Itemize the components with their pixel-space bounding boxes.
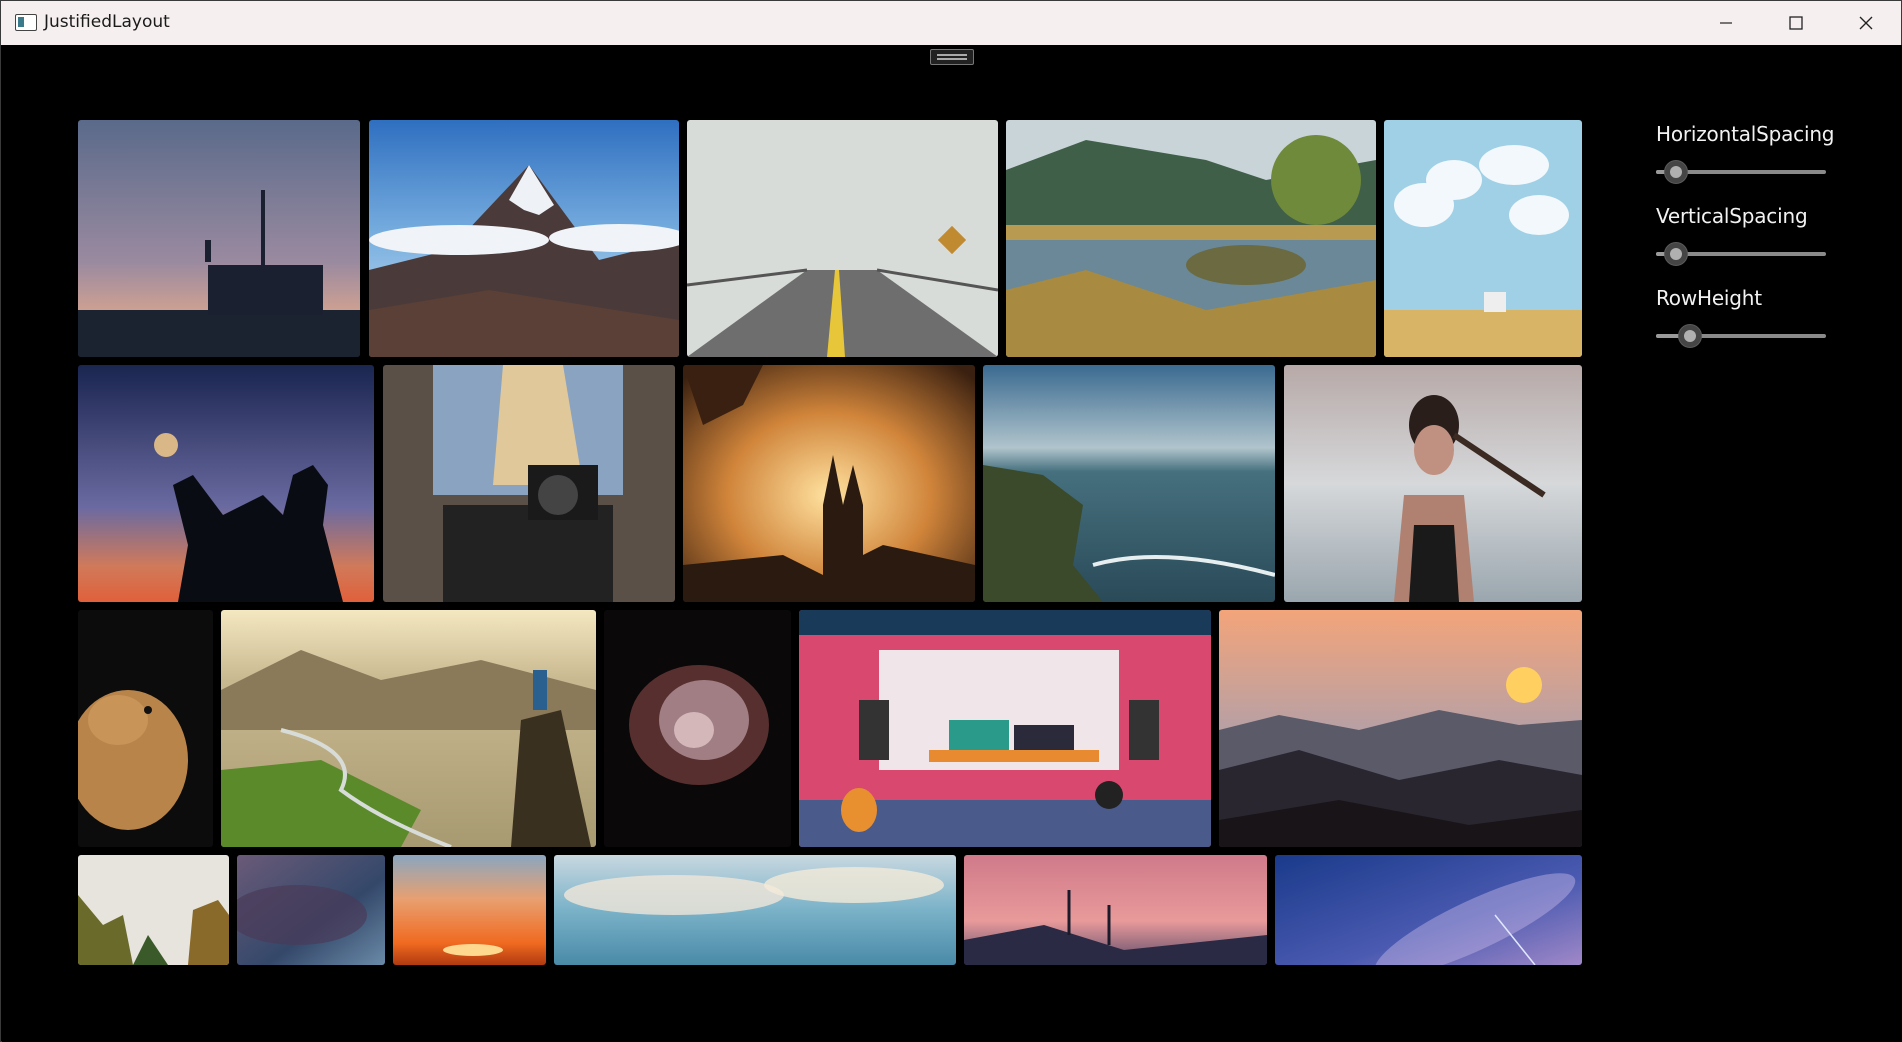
row-height-label: RowHeight <box>1656 286 1762 310</box>
maximize-button[interactable] <box>1761 1 1831 45</box>
photo-foggy-road[interactable] <box>687 120 998 357</box>
minimize-icon <box>1720 22 1732 24</box>
photo-recording-studio[interactable] <box>799 610 1211 847</box>
photo-sparkler-silhouette[interactable] <box>78 365 374 602</box>
justified-gallery <box>78 120 1582 1010</box>
photo-sea-cliff[interactable] <box>983 365 1275 602</box>
close-icon <box>1859 16 1873 30</box>
slider-thumb[interactable] <box>1678 324 1702 348</box>
photo-river-valley-hiker[interactable] <box>221 610 596 847</box>
photo-woman-beach[interactable] <box>1284 365 1582 602</box>
photo-milky-way[interactable] <box>1275 855 1582 965</box>
vertical-spacing-slider[interactable] <box>1656 239 1826 269</box>
photo-forest-sky[interactable] <box>78 855 229 965</box>
slider-thumb[interactable] <box>1664 160 1689 184</box>
photo-mountain-peak[interactable] <box>369 120 679 357</box>
photo-church-sunset[interactable] <box>683 365 975 602</box>
close-button[interactable] <box>1831 1 1901 45</box>
photo-lake-landscape[interactable] <box>1006 120 1376 357</box>
photo-woman-camera[interactable] <box>383 365 675 602</box>
horizontal-spacing-slider[interactable] <box>1656 157 1826 187</box>
photo-mountain-sunset[interactable] <box>1219 610 1582 847</box>
horizontal-spacing-label: HorizontalSpacing <box>1656 122 1835 146</box>
photo-clouds-house[interactable] <box>1384 120 1582 357</box>
app-window: JustifiedLayout HorizontalSpacing Vertic… <box>0 0 1902 1042</box>
photo-storm-clouds[interactable] <box>237 855 385 965</box>
photo-cat-closeup[interactable] <box>78 610 213 847</box>
row-height-slider[interactable] <box>1656 321 1826 351</box>
photo-orange-sunset[interactable] <box>393 855 546 965</box>
window-title: JustifiedLayout <box>44 12 170 32</box>
content-area: HorizontalSpacing VerticalSpacing RowHei… <box>2 45 1902 1042</box>
photo-blue-sky-clouds[interactable] <box>554 855 956 965</box>
photo-power-lines-dusk[interactable] <box>964 855 1267 965</box>
title-bar[interactable]: JustifiedLayout <box>1 1 1901 45</box>
pane-drag-handle[interactable] <box>930 49 974 65</box>
layout-settings-panel: HorizontalSpacing VerticalSpacing RowHei… <box>1656 119 1835 365</box>
vertical-spacing-label: VerticalSpacing <box>1656 204 1808 228</box>
maximize-icon <box>1789 16 1803 30</box>
minimize-button[interactable] <box>1691 1 1761 45</box>
photo-night-sky-tower[interactable] <box>78 120 360 357</box>
slider-thumb[interactable] <box>1664 242 1689 266</box>
app-icon <box>15 14 37 31</box>
photo-nebula[interactable] <box>604 610 791 847</box>
